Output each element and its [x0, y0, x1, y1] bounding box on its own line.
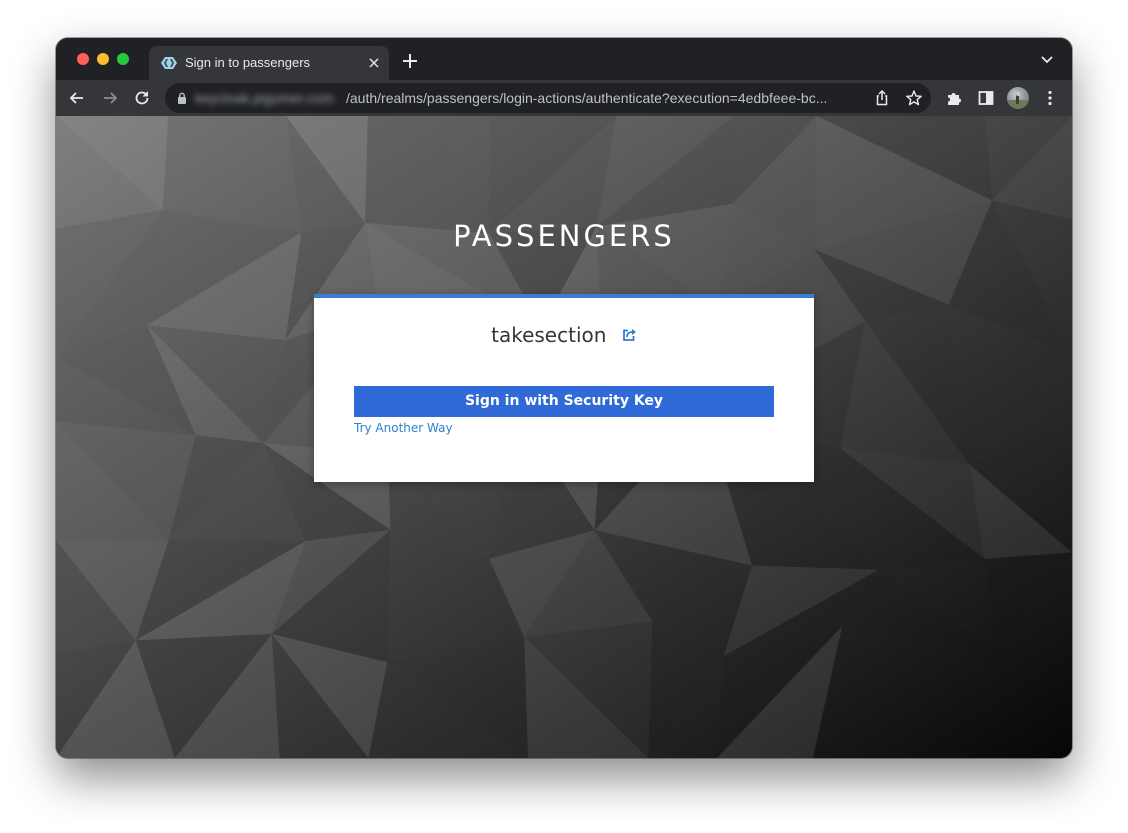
reload-icon[interactable]: [132, 88, 152, 108]
tab-close-button[interactable]: ×: [366, 55, 382, 71]
realm-title: PASSENGERS: [453, 219, 675, 254]
external-link-icon[interactable]: [621, 327, 637, 343]
kebab-menu-icon[interactable]: [1040, 88, 1060, 108]
star-icon[interactable]: [905, 89, 923, 107]
tab-active[interactable]: Sign in to passengers ×: [149, 46, 389, 80]
side-panel-icon[interactable]: [976, 88, 996, 108]
address-bar[interactable]: keycloak.pigumer.com /auth/realms/passen…: [165, 83, 931, 113]
zoom-window-button[interactable]: [117, 53, 129, 65]
profile-avatar[interactable]: [1007, 87, 1029, 109]
url-path: /auth/realms/passengers/login-actions/au…: [346, 90, 828, 106]
lock-icon[interactable]: [177, 92, 187, 104]
profile-photo-icon: [1007, 92, 1029, 109]
arrow-left-icon[interactable]: [67, 88, 87, 108]
browser-window: Sign in to passengers × keycloak.pigumer…: [56, 38, 1072, 758]
keycloak-favicon-icon: [161, 57, 177, 69]
plus-icon[interactable]: [400, 51, 420, 71]
browser-toolbar: keycloak.pigumer.com /auth/realms/passen…: [56, 80, 1072, 116]
close-window-button[interactable]: [77, 53, 89, 65]
sign-in-security-key-button[interactable]: Sign in with Security Key: [354, 386, 774, 417]
username-label: takesection: [491, 323, 607, 347]
attempted-username: takesection: [314, 323, 814, 347]
tab-title: Sign in to passengers: [185, 55, 311, 70]
minimize-window-button[interactable]: [97, 53, 109, 65]
arrow-right-icon[interactable]: [100, 88, 120, 108]
try-another-way-link[interactable]: Try Another Way: [354, 421, 453, 435]
chevron-down-icon[interactable]: [1040, 53, 1054, 67]
page-viewport: PASSENGERS takesection Sign in with Secu…: [56, 116, 1072, 758]
tab-strip: Sign in to passengers ×: [56, 38, 1072, 80]
puzzle-icon[interactable]: [944, 88, 964, 108]
login-card: takesection Sign in with Security Key Tr…: [314, 294, 814, 482]
share-icon[interactable]: [873, 89, 891, 107]
url-host: keycloak.pigumer.com: [195, 90, 334, 106]
